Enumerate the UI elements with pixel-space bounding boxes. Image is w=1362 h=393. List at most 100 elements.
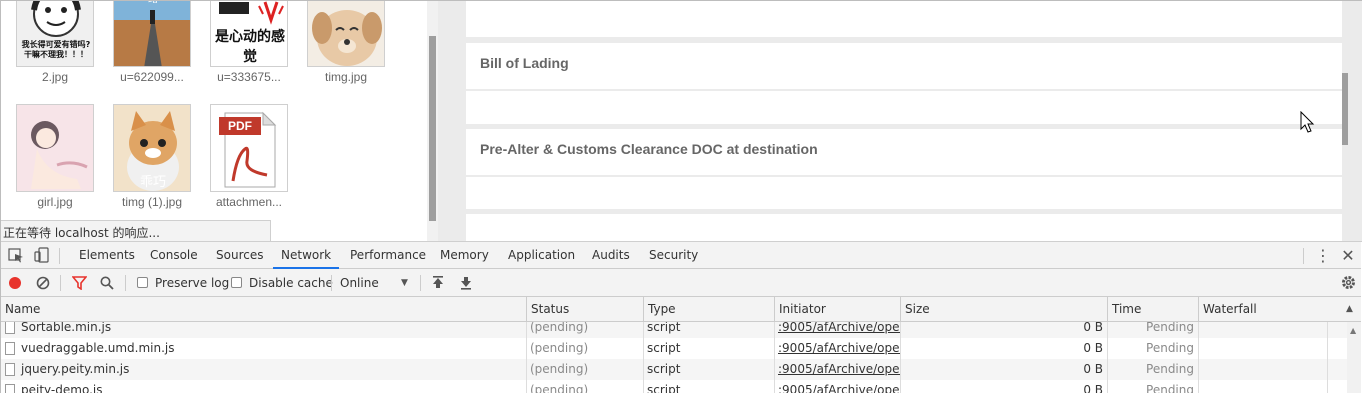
tab-security[interactable]: Security bbox=[641, 242, 706, 269]
inspect-element-icon[interactable] bbox=[7, 247, 25, 263]
section-title: Pre-Alter & Customs Clearance DOC at des… bbox=[480, 141, 818, 157]
section-header[interactable]: Bill of Lading bbox=[466, 43, 1342, 89]
cell-initiator-link[interactable]: :9005/afArchive/ope... bbox=[774, 322, 900, 338]
tab-elements[interactable]: Elements bbox=[71, 242, 143, 269]
section-body bbox=[466, 91, 1342, 124]
throttling-select[interactable]: Online ▼ bbox=[340, 269, 414, 297]
record-icon[interactable] bbox=[8, 276, 22, 290]
tab-console[interactable]: Console bbox=[142, 242, 206, 269]
column-header-time[interactable]: Time bbox=[1107, 297, 1198, 322]
svg-text:路: 路 bbox=[148, 1, 158, 5]
file-thumbnail: 是心动的感觉 bbox=[210, 1, 288, 67]
scroll-up-icon[interactable]: ▲ bbox=[1350, 326, 1356, 335]
table-row[interactable]: peity-demo.js (pending) script :9005/afA… bbox=[1, 380, 1361, 393]
device-toolbar-icon[interactable] bbox=[33, 247, 51, 263]
table-row[interactable]: jquery.peity.min.js (pending) script :90… bbox=[1, 359, 1361, 380]
file-icon bbox=[5, 322, 15, 334]
grid-scrollbar[interactable]: ▲ bbox=[1347, 322, 1361, 393]
section-body bbox=[466, 177, 1342, 209]
import-har-icon[interactable] bbox=[432, 276, 444, 290]
cell-size: 0 B bbox=[1083, 383, 1103, 393]
section-header[interactable] bbox=[466, 214, 1342, 241]
page-content: 我长得可爱有错吗? 干嘛不理我！！！ 2.jpg 路 u bbox=[1, 1, 1362, 241]
left-scrollbar-thumb[interactable] bbox=[429, 36, 436, 221]
cell-name: peity-demo.js bbox=[21, 383, 103, 393]
tab-network[interactable]: Network bbox=[273, 242, 340, 269]
file-item[interactable]: girl.jpg bbox=[7, 104, 103, 209]
devtools-tabbar: Elements Console Sources Network Perform… bbox=[1, 242, 1361, 269]
sort-ascending-icon: ▲ bbox=[1346, 304, 1353, 314]
divider bbox=[125, 275, 126, 291]
chevron-down-icon: ▼ bbox=[401, 278, 408, 288]
clear-icon[interactable] bbox=[36, 276, 50, 290]
cell-name: jquery.peity.min.js bbox=[21, 362, 130, 376]
cell-size: 0 B bbox=[1083, 362, 1103, 376]
network-grid-header: Name Status Type Initiator Size Time Wat… bbox=[1, 297, 1361, 322]
file-item[interactable]: 乖巧 timg (1).jpg bbox=[104, 104, 200, 209]
file-grid: 我长得可爱有错吗? 干嘛不理我！！！ 2.jpg 路 u bbox=[1, 1, 426, 219]
cell-size: 0 B bbox=[1083, 341, 1103, 355]
close-icon[interactable]: ✕ bbox=[1339, 246, 1357, 266]
search-icon[interactable] bbox=[100, 276, 114, 290]
filter-icon[interactable] bbox=[72, 276, 87, 290]
tab-memory[interactable]: Memory bbox=[432, 242, 497, 269]
divider bbox=[420, 275, 421, 291]
cell-status: (pending) bbox=[530, 383, 589, 393]
table-row[interactable]: vuedraggable.umd.min.js (pending) script… bbox=[1, 338, 1361, 359]
thumb-caption: 是心动的感觉 bbox=[215, 29, 285, 65]
column-header-waterfall[interactable]: Waterfall bbox=[1198, 297, 1361, 322]
tab-sources[interactable]: Sources bbox=[208, 242, 271, 269]
settings-gear-icon[interactable] bbox=[1341, 275, 1356, 290]
file-item[interactable]: PDF attachmen... bbox=[201, 104, 297, 209]
screen: 我长得可爱有错吗? 干嘛不理我！！！ 2.jpg 路 u bbox=[0, 0, 1362, 393]
tab-audits[interactable]: Audits bbox=[584, 242, 638, 269]
divider bbox=[59, 248, 60, 264]
tab-application[interactable]: Application bbox=[500, 242, 583, 269]
cell-initiator-link[interactable]: :9005/afArchive/ope... bbox=[774, 359, 900, 380]
file-item[interactable]: 是心动的感觉 u=333675... bbox=[201, 1, 297, 84]
file-item[interactable]: 路 u=622099... bbox=[104, 1, 200, 84]
more-options-icon[interactable]: ⋮ bbox=[1315, 246, 1331, 266]
cell-status: (pending) bbox=[530, 362, 589, 376]
divider bbox=[331, 275, 332, 291]
disable-cache-checkbox[interactable] bbox=[231, 277, 242, 288]
column-header-initiator[interactable]: Initiator bbox=[774, 297, 900, 322]
column-divider bbox=[1327, 322, 1328, 393]
column-header-type[interactable]: Type bbox=[643, 297, 774, 322]
column-divider bbox=[1107, 322, 1108, 393]
file-thumbnail bbox=[16, 104, 94, 192]
loading-status-bubble: 正在等待 localhost 的响应... bbox=[1, 220, 271, 241]
file-name: girl.jpg bbox=[37, 195, 73, 209]
preserve-log-checkbox[interactable] bbox=[137, 277, 148, 288]
table-row[interactable]: Sortable.min.js (pending) script :9005/a… bbox=[1, 322, 1361, 338]
file-item[interactable]: timg.jpg bbox=[298, 1, 394, 84]
column-divider bbox=[900, 322, 901, 393]
file-name: u=622099... bbox=[120, 70, 184, 84]
cell-initiator-link[interactable]: :9005/afArchive/ope... bbox=[774, 380, 900, 393]
file-thumbnail: 我长得可爱有错吗? 干嘛不理我！！！ bbox=[16, 1, 94, 67]
mouse-cursor-icon bbox=[1300, 111, 1315, 133]
divider bbox=[60, 275, 61, 291]
file-thumbnail: 路 bbox=[113, 1, 191, 67]
divider bbox=[1303, 248, 1304, 264]
column-divider bbox=[526, 322, 527, 393]
cell-initiator-link[interactable]: :9005/afArchive/ope... bbox=[774, 338, 900, 359]
export-har-icon[interactable] bbox=[460, 276, 472, 290]
file-list-pane: 我长得可爱有错吗? 干嘛不理我！！！ 2.jpg 路 u bbox=[1, 1, 438, 241]
network-request-list: Sortable.min.js (pending) script :9005/a… bbox=[1, 322, 1361, 393]
file-item[interactable]: 我长得可爱有错吗? 干嘛不理我！！！ 2.jpg bbox=[7, 1, 103, 84]
cell-name: Sortable.min.js bbox=[21, 322, 112, 334]
column-divider bbox=[774, 322, 775, 393]
file-name: timg.jpg bbox=[324, 70, 368, 84]
tab-performance[interactable]: Performance bbox=[342, 242, 434, 269]
right-scrollbar-thumb[interactable] bbox=[1342, 73, 1348, 145]
throttling-value: Online bbox=[340, 276, 379, 290]
cell-time: Pending bbox=[1146, 362, 1194, 376]
section-header[interactable]: Pre-Alter & Customs Clearance DOC at des… bbox=[466, 129, 1342, 175]
cell-time: Pending bbox=[1146, 341, 1194, 355]
column-header-size[interactable]: Size bbox=[900, 297, 1107, 322]
cell-type: script bbox=[647, 362, 681, 376]
file-thumbnail bbox=[307, 1, 385, 67]
column-header-status[interactable]: Status bbox=[526, 297, 643, 322]
column-header-name[interactable]: Name bbox=[1, 297, 526, 322]
